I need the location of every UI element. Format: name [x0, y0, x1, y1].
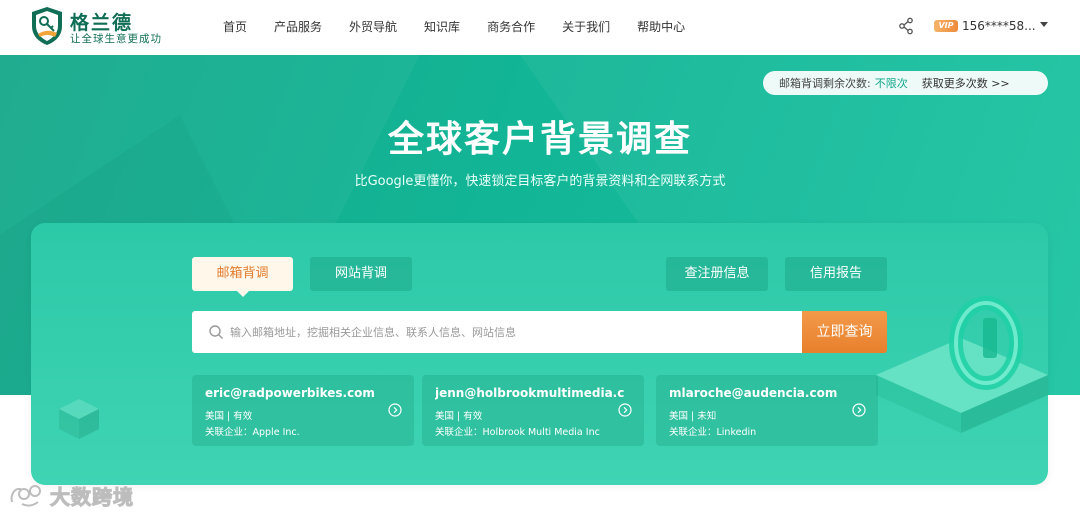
result-email: jenn@holbrookmultimedia.c...	[435, 386, 625, 400]
registration-info-button[interactable]: 查注册信息	[666, 257, 768, 291]
result-email: eric@radpowerbikes.com	[205, 386, 375, 400]
vip-badge: VIP	[934, 20, 958, 32]
user-account[interactable]: 156****58...	[962, 17, 1036, 35]
share-icon[interactable]	[898, 17, 914, 35]
result-meta: 美国 | 未知	[669, 411, 717, 422]
watermark: 大数跨境	[8, 480, 134, 510]
result-card[interactable]: eric@radpowerbikes.com 美国 | 有效 关联企业：Appl…	[192, 375, 414, 446]
result-company: 关联企业：Apple Inc.	[205, 427, 300, 438]
result-meta: 美国 | 有效	[205, 411, 253, 422]
search-field[interactable]	[192, 311, 803, 353]
nav-item-products[interactable]: 产品服务	[274, 18, 322, 36]
result-card[interactable]: mlaroche@audencia.com 美国 | 未知 关联企业：Linke…	[656, 375, 878, 446]
nav-item-knowledge[interactable]: 知识库	[424, 18, 460, 36]
tab-website-check[interactable]: 网站背调	[310, 257, 412, 291]
result-card[interactable]: jenn@holbrookmultimedia.c... 美国 | 有效 关联企…	[422, 375, 644, 446]
brand-logo[interactable]: 格兰德 让全球生意更成功	[30, 6, 180, 48]
nav-item-trade-nav[interactable]: 外贸导航	[349, 18, 397, 36]
search-icon	[209, 325, 223, 339]
tab-email-check[interactable]: 邮箱背调	[192, 257, 293, 297]
nav-item-home[interactable]: 首页	[223, 18, 247, 36]
nav-item-help[interactable]: 帮助中心	[637, 18, 685, 36]
nav-item-business[interactable]: 商务合作	[487, 18, 535, 36]
quota-label: 邮箱背调剩余次数:	[779, 77, 871, 90]
result-company: 关联企业：Holbrook Multi Media Inc	[435, 427, 600, 438]
watermark-logo-icon	[10, 485, 41, 507]
chevron-down-icon[interactable]	[1040, 22, 1048, 27]
chevron-right-circle-icon[interactable]	[852, 403, 866, 417]
search-button[interactable]: 立即查询	[802, 311, 887, 353]
result-email: mlaroche@audencia.com	[669, 386, 838, 400]
chevron-right-circle-icon[interactable]	[388, 403, 402, 417]
quota-value: 不限次	[874, 77, 908, 90]
top-header: 格兰德 让全球生意更成功 首页 产品服务 外贸导航 知识库 商务合作 关于我们 …	[0, 0, 1080, 55]
quota-pill: 邮箱背调剩余次数: 不限次 获取更多次数 >>	[763, 71, 1048, 95]
get-more-quota-link[interactable]: 获取更多次数 >>	[922, 75, 1010, 91]
chevron-right-circle-icon[interactable]	[618, 403, 632, 417]
search-panel: 邮箱背调 网站背调 查注册信息 信用报告 立即查询 eric@radpowerb…	[31, 223, 1048, 485]
main-nav: 首页 产品服务 外贸导航 知识库 商务合作 关于我们 帮助中心	[223, 18, 712, 36]
brand-slogan: 让全球生意更成功	[70, 33, 162, 45]
credit-report-button[interactable]: 信用报告	[785, 257, 887, 291]
page-title: 全球客户背景调查	[387, 119, 692, 160]
result-meta: 美国 | 有效	[435, 411, 483, 422]
result-company: 关联企业：Linkedin	[669, 427, 757, 438]
nav-item-about[interactable]: 关于我们	[562, 18, 610, 36]
search-input[interactable]	[230, 311, 790, 353]
page-subtitle: 比Google更懂你，快速锁定目标客户的背景资料和全网联系方式	[354, 174, 726, 189]
shield-logo-icon	[32, 7, 62, 45]
watermark-text: 大数跨境	[50, 484, 134, 509]
